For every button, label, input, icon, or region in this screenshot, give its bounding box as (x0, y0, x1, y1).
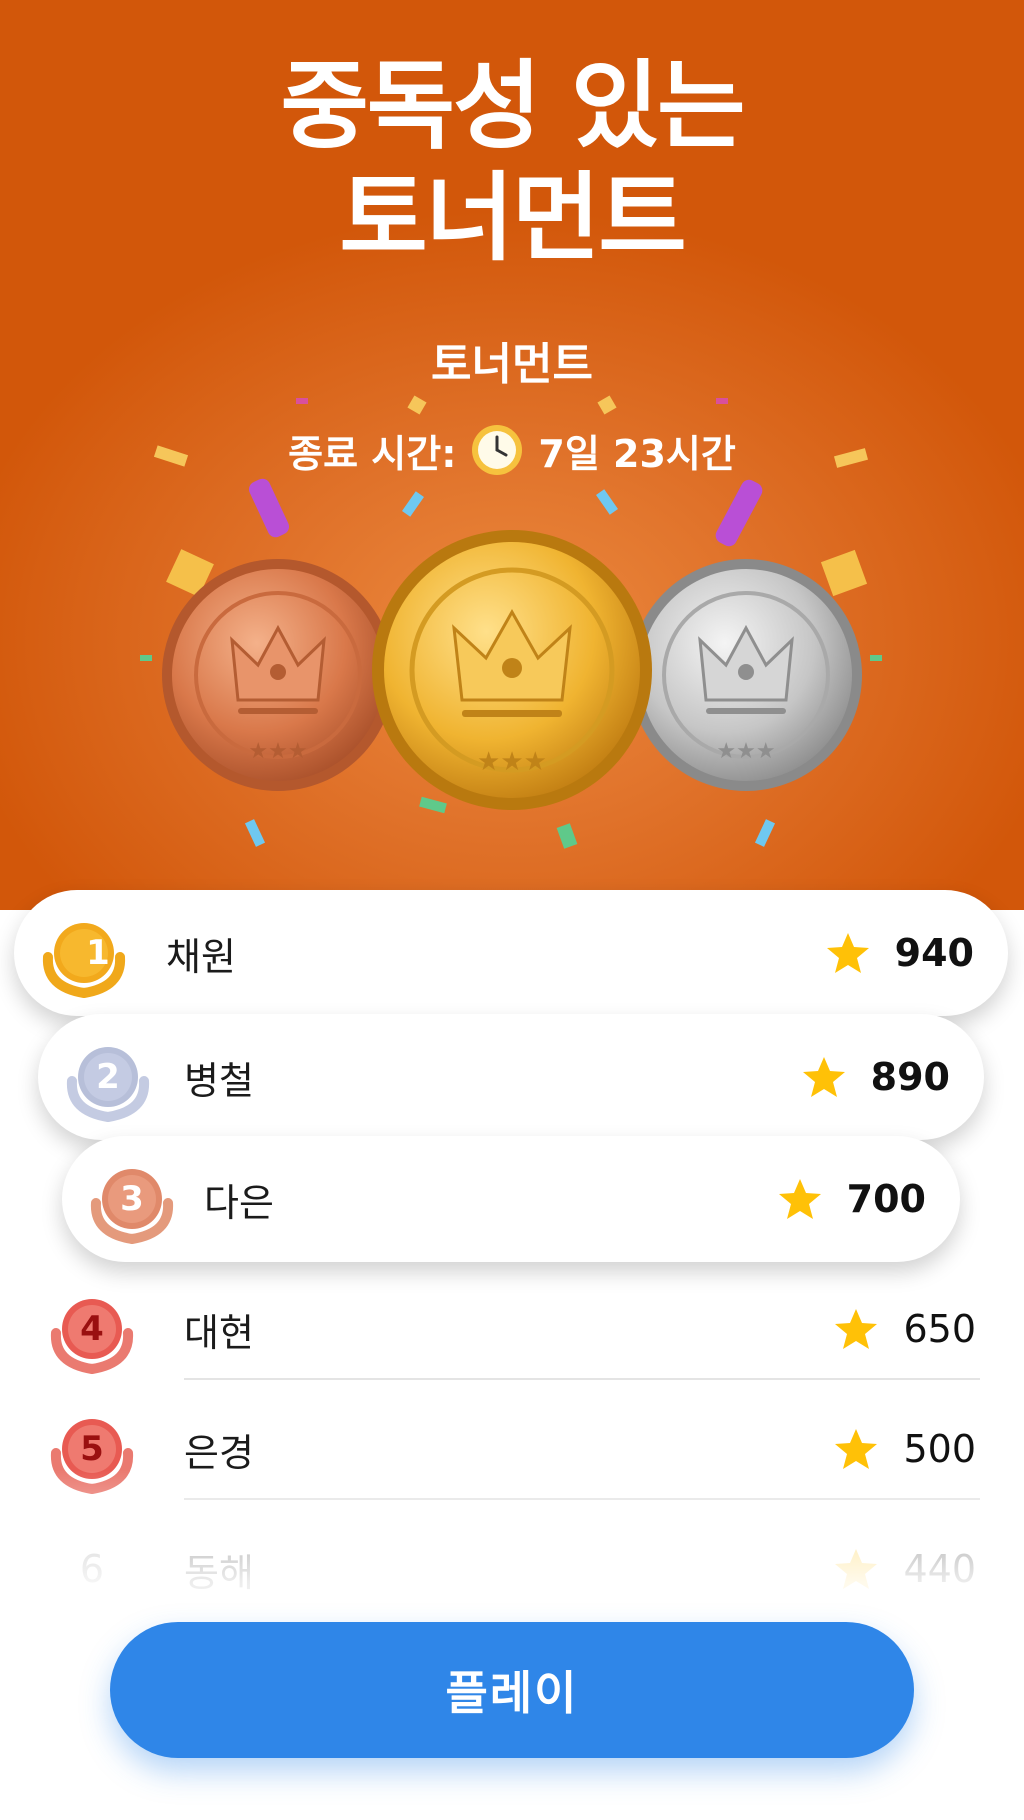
leaderboard-row-6[interactable]: 6 동해 440 (0, 1510, 1024, 1628)
player-score: 940 (894, 931, 974, 975)
score-group: 940 (825, 930, 974, 976)
leaderboard-row-1[interactable]: 1 채원 940 (14, 890, 1008, 1016)
leaderboard-row-2[interactable]: 2 병철 890 (38, 1014, 984, 1140)
row-divider (184, 1378, 980, 1380)
score-group: 650 (833, 1306, 976, 1352)
player-name: 은경 (184, 1430, 254, 1475)
leaderboard-row-5[interactable]: 5 은경 500 (0, 1390, 1024, 1508)
player-score: 700 (846, 1177, 926, 1221)
rank-number: 6 (79, 1547, 105, 1591)
score-group: 500 (833, 1426, 976, 1472)
svg-text:★★★: ★★★ (477, 747, 547, 777)
gold-medal-icon: ★★★ (372, 530, 652, 810)
tournament-subtitle: 토너먼트 (431, 339, 593, 390)
title-line-1: 중독성 있는 (280, 50, 745, 162)
star-icon (778, 1179, 821, 1219)
title-line-2: 토너먼트 (339, 162, 686, 274)
end-time: 종료 시간: 7일 23시간 (0, 420, 1024, 480)
rank-number: 4 (80, 1309, 104, 1349)
row-divider (184, 1498, 980, 1500)
end-time-value: 7일 23시간 (538, 431, 736, 476)
star-icon (835, 1549, 878, 1589)
player-score: 440 (903, 1547, 976, 1591)
star-icon (835, 1309, 878, 1349)
star-icon (826, 933, 869, 973)
bronze-medal-icon: ★★★ (162, 559, 394, 791)
medals-illustration: ★★★ ★★★ ★★★ (162, 530, 862, 810)
leaderboard-row-3[interactable]: 3 다은 700 (62, 1136, 960, 1262)
rank-number: 2 (96, 1057, 120, 1097)
play-button[interactable]: 플레이 (110, 1622, 914, 1758)
player-name: 동해 (184, 1550, 254, 1595)
silver-medal-icon: ★★★ (630, 559, 862, 791)
leaderboard-row-4[interactable]: 4 대현 650 (0, 1270, 1024, 1388)
player-name: 병철 (184, 1058, 254, 1103)
rank-number: 1 (86, 933, 110, 973)
score-group: 700 (777, 1176, 926, 1222)
player-score: 890 (870, 1055, 950, 1099)
star-icon (835, 1429, 878, 1469)
score-group: 440 (833, 1546, 976, 1592)
rank-number: 3 (120, 1179, 144, 1219)
player-name: 다은 (204, 1180, 274, 1225)
rank-number: 5 (80, 1429, 104, 1469)
player-score: 500 (903, 1427, 976, 1471)
hero-banner: 중독성 있는 토너먼트 토너먼트 종료 시간: 7일 23시간 ★★★ ★★★ … (0, 0, 1024, 910)
svg-text:★★★: ★★★ (248, 739, 307, 764)
score-group: 890 (801, 1054, 950, 1100)
page-title: 중독성 있는 토너먼트 (0, 50, 1024, 274)
clock-icon (472, 425, 523, 475)
svg-text:★★★: ★★★ (716, 739, 775, 764)
player-score: 650 (903, 1307, 976, 1351)
star-icon (802, 1057, 845, 1097)
player-name: 채원 (166, 934, 236, 979)
player-name: 대현 (184, 1310, 254, 1355)
end-time-label: 종료 시간: (288, 431, 457, 476)
